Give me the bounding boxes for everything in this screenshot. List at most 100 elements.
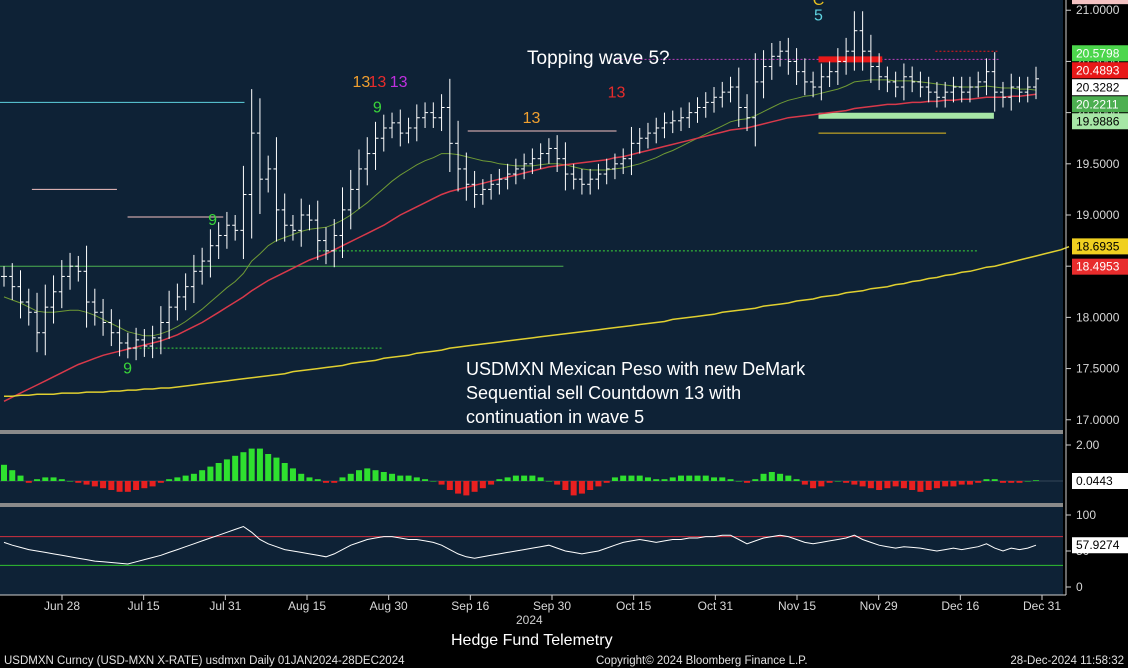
- price-chart[interactable]: 1313 131313999C5 Topping wave 5? USDMXN M…: [0, 0, 1128, 668]
- macd-bar: [1008, 481, 1015, 483]
- macd-bar: [628, 475, 635, 481]
- macd-bar: [422, 479, 429, 481]
- macd-bar: [777, 473, 784, 481]
- macd-bar: [958, 481, 965, 485]
- macd-bar: [265, 454, 272, 481]
- macd-bar: [611, 477, 618, 481]
- macd-bar: [479, 481, 486, 489]
- macd-bar: [463, 481, 470, 496]
- macd-bar: [537, 477, 544, 481]
- price-value-tag-label: 21.1376: [1076, 0, 1120, 3]
- macd-bar: [149, 481, 156, 487]
- macd-bar: [884, 481, 891, 489]
- macd-bar: [141, 481, 148, 489]
- macd-bar: [1, 464, 7, 481]
- macd-bar: [603, 481, 610, 483]
- macd-bar: [760, 473, 767, 481]
- macd-bar: [488, 481, 495, 485]
- macd-bar: [281, 463, 288, 481]
- macd-bar: [116, 481, 123, 492]
- macd-bar: [1016, 481, 1023, 483]
- macd-bar: [892, 481, 899, 487]
- demark-label: 5: [814, 7, 823, 24]
- chart-title: Topping wave 5?: [527, 48, 670, 69]
- macd-bar: [702, 475, 709, 481]
- macd-bar: [166, 479, 173, 481]
- macd-bar: [719, 477, 726, 481]
- x-tick-label: Dec 31: [1023, 599, 1061, 613]
- macd-bar: [636, 475, 643, 481]
- macd-bar: [653, 479, 660, 481]
- macd-bar: [834, 481, 841, 482]
- macd-bar: [256, 448, 263, 481]
- price-tick-label: 17.5000: [1076, 362, 1120, 376]
- macd-bar: [876, 481, 883, 490]
- macd-bar: [785, 475, 792, 481]
- macd-bar: [17, 475, 24, 481]
- macd-bar: [455, 481, 462, 494]
- macd-bar: [661, 479, 668, 481]
- rsi-tick-label: 100: [1076, 508, 1096, 522]
- macd-bar: [818, 481, 825, 487]
- price-value-tag-label: 20.3282: [1076, 80, 1120, 94]
- price-value-tag-label: 18.6935: [1076, 239, 1120, 253]
- footer-center: Hedge Fund Telemetry: [451, 632, 613, 649]
- macd-bar: [34, 479, 41, 481]
- macd-bar: [248, 448, 255, 481]
- price-tick-label: 17.0000: [1076, 413, 1120, 427]
- macd-bar: [711, 477, 718, 481]
- macd-bar: [389, 473, 396, 481]
- panel-splitter-1[interactable]: [0, 430, 1063, 434]
- macd-bar: [67, 481, 74, 482]
- macd-bar: [182, 475, 189, 481]
- x-tick-label: Sep 16: [451, 599, 489, 613]
- x-tick-label: Jul 31: [209, 599, 241, 613]
- macd-bar: [397, 475, 404, 481]
- demark-label: 13: [608, 84, 626, 101]
- macd-bar: [587, 481, 594, 490]
- macd-bar: [595, 481, 602, 487]
- x-tick-label: Nov 15: [778, 599, 816, 613]
- panel-splitter-2[interactable]: [0, 503, 1063, 507]
- macd-bar: [545, 481, 552, 482]
- price-value-tag-label: 19.9886: [1076, 114, 1120, 128]
- macd-bar: [124, 481, 131, 492]
- macd-bar: [570, 481, 577, 496]
- demark-label: 9: [123, 361, 132, 378]
- x-tick-label: Oct 31: [698, 599, 734, 613]
- rsi-value-tag-label: 57.9274: [1076, 538, 1120, 552]
- macd-bar: [322, 481, 329, 483]
- macd-bar: [413, 477, 420, 481]
- price-value-tag-label: 20.4893: [1076, 63, 1120, 77]
- macd-bar: [347, 473, 354, 481]
- x-tick-label: Jul 15: [128, 599, 160, 613]
- macd-bar: [306, 477, 313, 481]
- macd-bar: [133, 481, 140, 490]
- demark-label: 9: [373, 100, 382, 117]
- macd-bar: [933, 481, 940, 489]
- macd-bar: [900, 481, 907, 489]
- macd-bar: [826, 481, 833, 483]
- macd-bar: [50, 477, 57, 481]
- x-tick-label: Aug 15: [288, 599, 326, 613]
- macd-bar: [372, 470, 379, 481]
- macd-bar: [91, 481, 98, 487]
- macd-bar: [190, 473, 197, 481]
- macd-bar: [975, 481, 982, 483]
- x-tick-label: Jun 28: [44, 599, 80, 613]
- x-tick-label: Sep 30: [533, 599, 571, 613]
- price-value-tag-label: 20.2211: [1076, 97, 1119, 111]
- macd-bar: [644, 477, 651, 481]
- macd-bar: [512, 475, 519, 481]
- demark-label: 13: [368, 74, 386, 91]
- macd-bar: [331, 481, 338, 483]
- macd-bar: [83, 481, 90, 485]
- macd-bar: [232, 455, 239, 481]
- macd-bar: [223, 459, 230, 481]
- price-value-tag-label: 18.4953: [1076, 260, 1120, 274]
- macd-bar: [851, 481, 858, 485]
- macd-bar: [999, 481, 1006, 483]
- macd-bar: [298, 473, 305, 481]
- macd-bar: [744, 481, 751, 483]
- macd-bar: [405, 475, 412, 481]
